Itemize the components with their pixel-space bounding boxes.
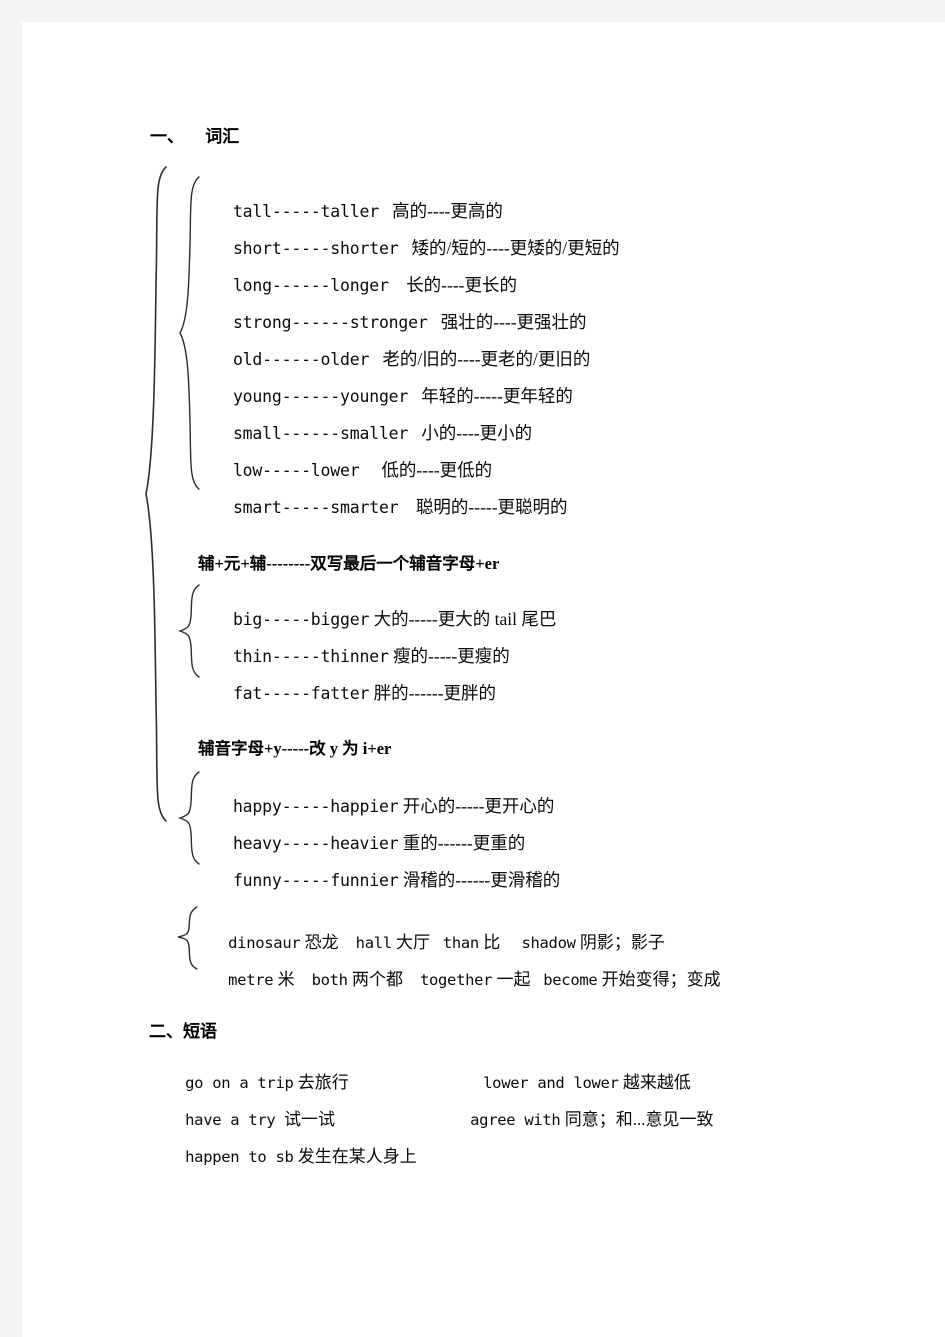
phrase-row: happen to sb 发生在某人身上 [149,1124,417,1185]
comparative-row: fat-----fatter 胖的------更胖的 [194,661,496,724]
phrase-cn: 发生在某人身上 [297,1147,417,1166]
comparative-en: fat-----fatter [232,684,370,703]
phrase-en: happen to sb [185,1148,294,1166]
word-cn: 一起 [496,970,531,989]
section-heading-vocabulary: 一、 词汇 [150,127,240,146]
page-edge-top [0,0,945,22]
rule-double-consonant: 辅+元+辅--------双写最后一个辅音字母+er [198,554,500,573]
word-cn: 开始变得；变成 [601,970,721,989]
comparative-cn: 滑稽的------更滑稽的 [402,870,561,890]
phrase-cn: 同意；和...意见一致 [564,1110,714,1129]
outer-group-brace [142,164,172,824]
comparative-row: smart-----smarter 聪明的-----更聪明的 [194,475,568,538]
word-en: together [419,971,493,989]
wordlist-row: metre 米 both 两个都 together 一起 become 开始变得… [192,947,721,1008]
comparative-cn: 聪明的-----更聪明的 [415,497,568,517]
rule-y-to-i: 辅音字母+y-----改 y 为 i+er [198,739,392,758]
word-cn: 米 [277,970,295,989]
page-edge-left [0,0,22,1337]
word-en: become [543,971,598,989]
phrase-en: agree with [470,1111,561,1129]
comparative-en: funny-----funnier [232,871,399,890]
word-en: both [311,971,348,989]
section-heading-phrases: 二、短语 [149,1022,217,1041]
comparative-cn: 胖的------更胖的 [373,683,497,703]
comparative-en: smart-----smarter [232,498,399,517]
phrase-row: agree with 同意；和...意见一致 [434,1087,713,1148]
comparative-row: funny-----funnier 滑稽的------更滑稽的 [194,848,560,911]
word-en: metre [228,971,274,989]
word-cn: 两个都 [351,970,403,989]
document-page: 一、 词汇 tall-----taller 高的----更高的 short---… [22,22,945,1337]
